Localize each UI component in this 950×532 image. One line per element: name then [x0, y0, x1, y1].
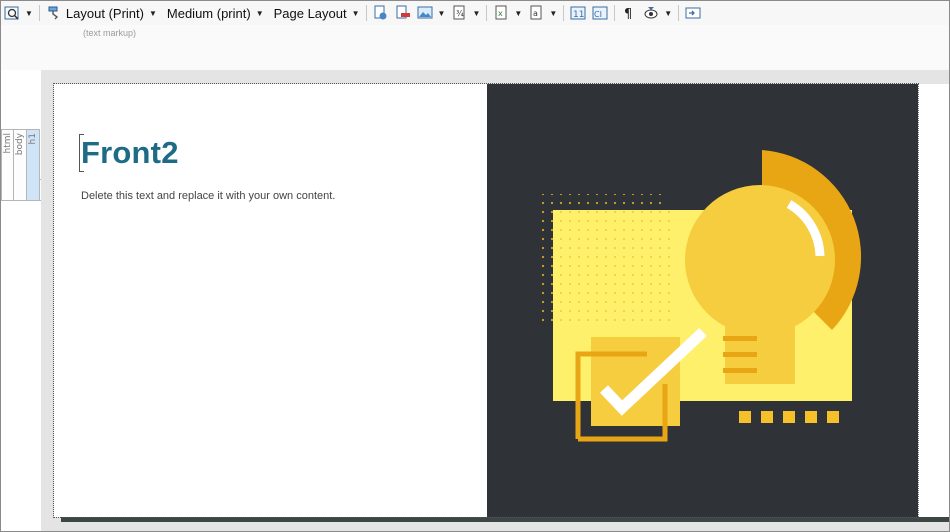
view-label: Page Layout: [273, 5, 347, 21]
chevron-down-icon: ▼: [549, 8, 558, 18]
insert-excel-button[interactable]: x ▼: [490, 2, 525, 24]
media-label: Medium (print): [166, 5, 251, 21]
lightbulb-checkmark-image: [535, 150, 862, 442]
pilcrow-icon: ¶: [621, 5, 637, 22]
pilcrow-button[interactable]: ¶: [618, 2, 640, 24]
insert-text-icon: a: [528, 5, 544, 21]
zoom-icon: [4, 5, 20, 21]
insert-special-icon: ¾: [451, 5, 467, 21]
layout-mode-label: Layout (Print): [65, 5, 144, 21]
insert-tag-button[interactable]: 11: [567, 2, 589, 24]
svg-text:¶: ¶: [624, 7, 632, 21]
chevron-down-icon: ▼: [437, 8, 446, 18]
insert-link-icon: [373, 5, 389, 21]
svg-text:CI: CI: [594, 10, 602, 19]
markup-bar: (text markup): [1, 25, 949, 70]
show-hide-button[interactable]: ▼: [640, 2, 675, 24]
toolbar: ▼ Layout (Print) ▼ Medium (print) ▼ Page…: [1, 1, 949, 25]
tag-html[interactable]: html: [1, 129, 14, 201]
insert-link-button[interactable]: [370, 2, 392, 24]
layout-mode-dropdown[interactable]: Layout (Print) ▼: [43, 2, 160, 24]
insert-excel-icon: x: [493, 5, 509, 21]
svg-text:a: a: [533, 9, 538, 18]
body-paragraph[interactable]: Delete this text and replace it with you…: [81, 190, 335, 202]
separator: [486, 5, 488, 21]
tag-h1[interactable]: h1: [27, 129, 40, 201]
insert-text-button[interactable]: a ▼: [525, 2, 560, 24]
svg-text:11: 11: [573, 10, 584, 20]
text-markup-label: (text markup): [83, 28, 137, 38]
format-painter-icon: [46, 5, 62, 21]
lightbulb-illustration: [487, 84, 918, 517]
separator: [614, 5, 616, 21]
insert-link-edit-icon: [395, 5, 411, 21]
separator: [365, 5, 367, 21]
insert-ci-icon: CI: [592, 5, 608, 21]
chevron-down-icon: ▼: [664, 8, 673, 18]
page-shadow: [61, 517, 949, 522]
view-dropdown[interactable]: Page Layout ▼: [267, 2, 363, 24]
show-hide-icon: [643, 5, 659, 21]
zoom-button[interactable]: ▼: [1, 2, 36, 24]
insert-ci-button[interactable]: CI: [589, 2, 611, 24]
separator: [563, 5, 565, 21]
chevron-down-icon: ▼: [472, 8, 481, 18]
insert-image-button[interactable]: ▼: [414, 2, 449, 24]
chevron-down-icon: ▼: [148, 8, 157, 18]
svg-text:x: x: [498, 9, 503, 18]
media-dropdown[interactable]: Medium (print) ▼: [160, 2, 267, 24]
separator: [678, 5, 680, 21]
separator: [38, 5, 40, 21]
svg-text:¾: ¾: [456, 9, 464, 18]
chevron-down-icon: ▼: [351, 8, 360, 18]
insert-tag-icon: 11: [570, 5, 586, 21]
page-margin: [918, 84, 949, 517]
chevron-down-icon: ▼: [514, 8, 523, 18]
insert-media-icon: [685, 5, 701, 21]
chevron-down-icon: ▼: [25, 8, 33, 18]
insert-link-edit-button[interactable]: [392, 2, 414, 24]
tag-body[interactable]: body: [14, 129, 27, 201]
chevron-down-icon: ▼: [255, 8, 264, 18]
insert-special-button[interactable]: ¾ ▼: [448, 2, 483, 24]
insert-media-button[interactable]: [682, 2, 704, 24]
page-title[interactable]: Front2: [81, 135, 179, 171]
insert-image-icon: [417, 5, 433, 21]
